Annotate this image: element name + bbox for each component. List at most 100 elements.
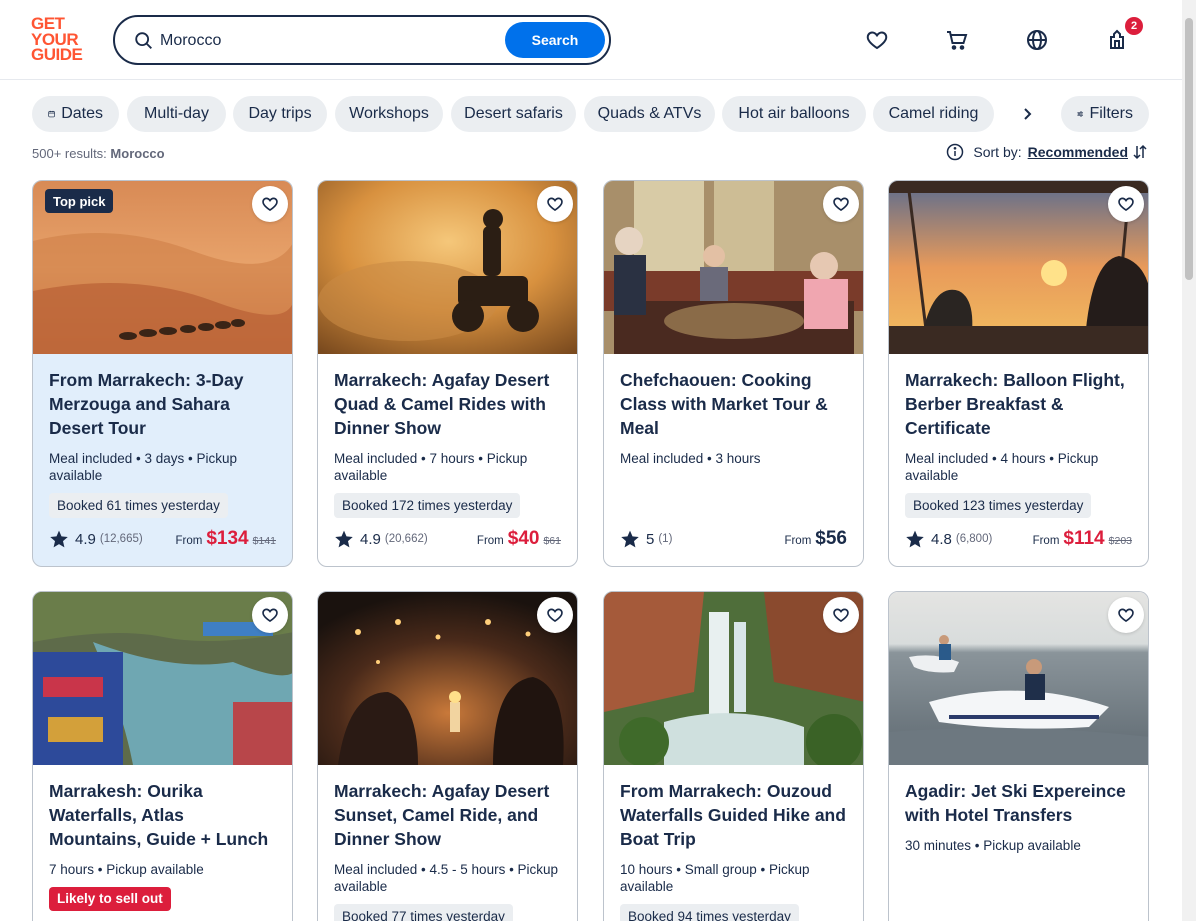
- sort-label: Sort by:: [973, 144, 1022, 160]
- wishlist-heart-icon[interactable]: [823, 186, 859, 222]
- card-rating: 4.9 (12,665): [49, 529, 143, 549]
- top-header: GET YOUR GUIDE Search 2: [0, 0, 1182, 80]
- activity-card[interactable]: Top pick From Marrakech: 3-Day Merzouga …: [32, 180, 293, 567]
- activity-card[interactable]: Chefchaouen: Cooking Class with Market T…: [603, 180, 864, 567]
- sort-value[interactable]: Recommended: [1028, 144, 1128, 160]
- rating-value: 4.9: [360, 530, 381, 548]
- chip-desert-safaris[interactable]: Desert safaris: [451, 96, 576, 132]
- calendar-icon: [48, 110, 55, 118]
- card-title[interactable]: Chefchaouen: Cooking Class with Market T…: [620, 368, 847, 440]
- chip-label: Day trips: [248, 105, 312, 122]
- card-meta: Meal included • 4.5 - 5 hours • Pickup a…: [334, 862, 559, 894]
- price-original: $203: [1108, 535, 1132, 547]
- price-current: $56: [815, 528, 847, 549]
- card-image[interactable]: [318, 592, 577, 765]
- card-title[interactable]: Marrakech: Agafay Desert Sunset, Camel R…: [334, 779, 561, 851]
- star-icon: [906, 530, 924, 548]
- wishlist-heart-icon[interactable]: [1108, 597, 1144, 633]
- price-original: $61: [543, 535, 561, 547]
- card-title[interactable]: Agadir: Jet Ski Expereince with Hotel Tr…: [905, 779, 1132, 827]
- booked-tag: Booked 61 times yesterday: [49, 493, 228, 518]
- price-current: $114: [1063, 528, 1105, 549]
- card-price: From $56: [784, 528, 847, 550]
- wishlist-heart-icon[interactable]: [252, 186, 288, 222]
- card-image[interactable]: [318, 181, 577, 354]
- chip-label: Workshops: [349, 105, 429, 122]
- chip-camel-riding[interactable]: Camel riding: [873, 96, 994, 132]
- card-image[interactable]: [604, 592, 863, 765]
- card-image[interactable]: [889, 181, 1148, 354]
- rating-value: 4.8: [931, 530, 952, 548]
- booked-tag: Booked 172 times yesterday: [334, 493, 521, 518]
- search-icon: [135, 32, 152, 49]
- wishlist-heart-icon[interactable]: [823, 597, 859, 633]
- chip-multi-day[interactable]: Multi-day: [127, 96, 226, 132]
- card-meta: 7 hours • Pickup available: [49, 862, 204, 877]
- likely-to-sell-out-badge: Likely to sell out: [49, 887, 171, 911]
- chip-workshops[interactable]: Workshops: [335, 96, 443, 132]
- filters-button[interactable]: Filters: [1061, 96, 1149, 132]
- chip-label: Multi-day: [144, 105, 209, 122]
- chip-label: Hot air balloons: [738, 105, 850, 122]
- wishlist-heart-icon[interactable]: [1108, 186, 1144, 222]
- card-image[interactable]: [33, 592, 292, 765]
- card-meta: Meal included • 3 days • Pickup availabl…: [49, 451, 238, 483]
- results-count-text: 500+ results:: [32, 146, 107, 161]
- card-rating: 5 (1): [620, 529, 672, 549]
- activity-card[interactable]: Marrakech: Balloon Flight, Berber Breakf…: [888, 180, 1149, 567]
- price-from-label: From: [175, 535, 203, 547]
- chip-label: Dates: [61, 105, 103, 122]
- wishlist-heart-icon[interactable]: [252, 597, 288, 633]
- activity-card[interactable]: Marrakech: Agafay Desert Sunset, Camel R…: [317, 591, 578, 921]
- card-title[interactable]: Marrakesh: Ourika Waterfalls, Atlas Moun…: [49, 779, 276, 851]
- price-from-label: From: [1032, 535, 1060, 547]
- rating-value: 4.9: [75, 530, 96, 548]
- card-meta: Meal included • 4 hours • Pickup availab…: [905, 451, 1099, 483]
- card-title[interactable]: From Marrakech: Ouzoud Waterfalls Guided…: [620, 779, 847, 851]
- chip-quads-atvs[interactable]: Quads & ATVs: [584, 96, 715, 132]
- globe-language-icon[interactable]: [1021, 24, 1053, 56]
- search-button[interactable]: Search: [505, 22, 605, 58]
- search-bar: Search: [113, 15, 611, 65]
- price-from-label: From: [784, 535, 812, 547]
- card-title[interactable]: From Marrakech: 3-Day Merzouga and Sahar…: [49, 368, 276, 440]
- card-price: From $114 $203: [1033, 528, 1132, 550]
- card-image[interactable]: [889, 592, 1148, 765]
- card-title[interactable]: Marrakech: Balloon Flight, Berber Breakf…: [905, 368, 1132, 440]
- chevron-right-icon[interactable]: [1014, 102, 1040, 126]
- activity-card[interactable]: Marrakech: Agafay Desert Quad & Camel Ri…: [317, 180, 578, 567]
- wishlist-heart-icon[interactable]: [537, 186, 573, 222]
- chip-hot-air-balloons[interactable]: Hot air balloons: [722, 96, 866, 132]
- card-meta: Meal included • 3 hours: [620, 451, 761, 466]
- search-input[interactable]: [160, 29, 500, 53]
- bookings-count-badge: 2: [1125, 17, 1143, 35]
- chip-dates[interactable]: Dates: [32, 96, 119, 132]
- review-count: (1): [658, 533, 673, 545]
- chip-day-trips[interactable]: Day trips: [233, 96, 327, 132]
- page-scrollbar-thumb[interactable]: [1185, 18, 1193, 280]
- card-title[interactable]: Marrakech: Agafay Desert Quad & Camel Ri…: [334, 368, 561, 440]
- rating-value: 5: [646, 530, 655, 548]
- activity-card[interactable]: From Marrakech: Ouzoud Waterfalls Guided…: [603, 591, 864, 921]
- info-icon[interactable]: [946, 143, 964, 161]
- results-count: 500+ results: Morocco: [32, 146, 165, 161]
- card-price: From $134 $141: [176, 528, 276, 550]
- activity-card[interactable]: Agadir: Jet Ski Expereince with Hotel Tr…: [888, 591, 1149, 921]
- card-rating: 4.9 (20,662): [334, 529, 428, 549]
- wishlist-heart-icon[interactable]: [537, 597, 573, 633]
- getyourguide-logo[interactable]: GET YOUR GUIDE: [31, 15, 91, 64]
- sort-control[interactable]: Sort by: Recommended: [946, 143, 1148, 161]
- results-query: Morocco: [110, 146, 165, 161]
- sliders-icon: [1077, 111, 1084, 117]
- card-image[interactable]: Top pick: [33, 181, 292, 354]
- filters-label: Filters: [1089, 105, 1133, 122]
- activity-card[interactable]: Marrakesh: Ourika Waterfalls, Atlas Moun…: [32, 591, 293, 921]
- logo-line-3: GUIDE: [31, 45, 83, 64]
- chip-label: Quads & ATVs: [597, 105, 702, 122]
- booked-tag: Booked 123 times yesterday: [905, 493, 1092, 518]
- card-price: From $40 $61: [477, 528, 561, 550]
- price-current: $134: [206, 528, 249, 549]
- cart-icon[interactable]: [941, 24, 973, 56]
- wishlist-heart-icon[interactable]: [861, 24, 893, 56]
- card-image[interactable]: [604, 181, 863, 354]
